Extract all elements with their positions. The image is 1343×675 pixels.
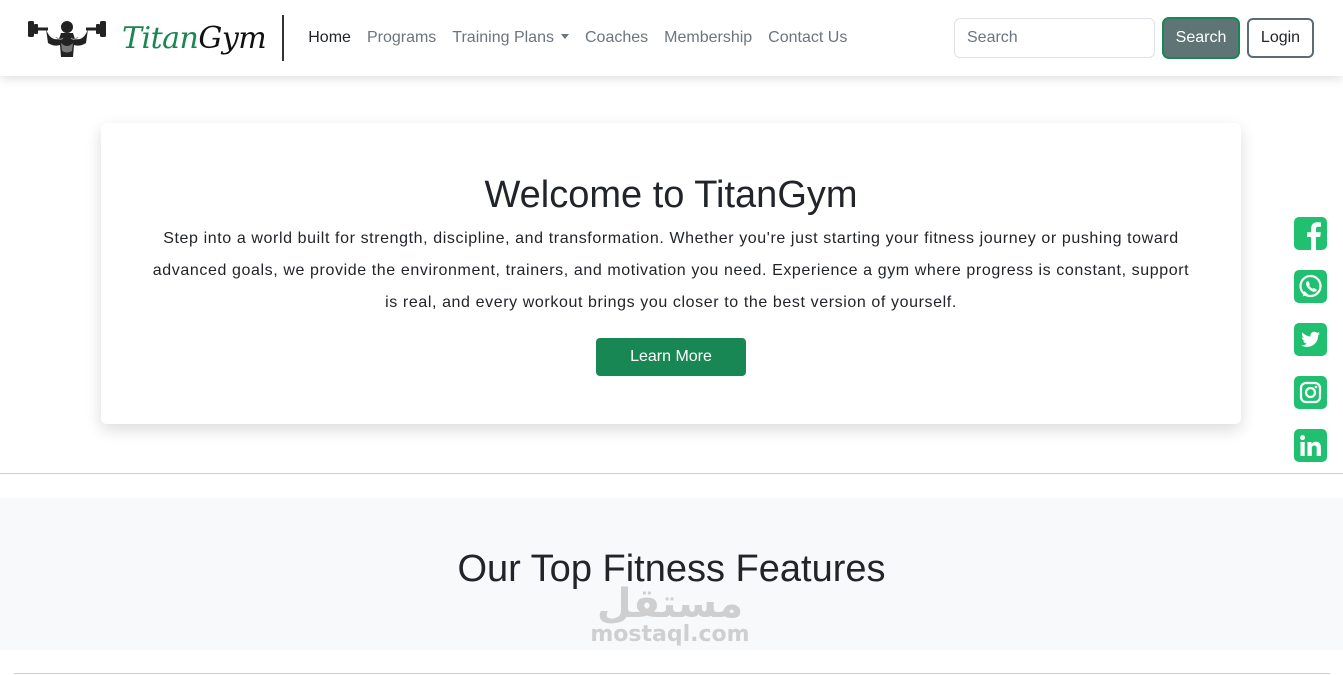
login-button[interactable]: Login <box>1247 18 1314 58</box>
whatsapp-icon[interactable] <box>1294 270 1327 303</box>
brand-name-part2: Gym <box>198 20 267 56</box>
social-bar <box>1294 217 1327 482</box>
instagram-icon[interactable] <box>1294 376 1327 409</box>
caret-down-icon <box>560 34 569 39</box>
bodybuilder-logo-icon <box>28 21 106 57</box>
nav-membership[interactable]: Membership <box>656 28 760 48</box>
watermark: مستقل mostaql.com <box>580 582 760 646</box>
navbar: TitanGym Home Programs Training Plans Co… <box>0 0 1343 76</box>
twitter-icon[interactable] <box>1294 323 1327 356</box>
brand-name-part1: Titan <box>122 20 199 56</box>
nav-programs[interactable]: Programs <box>359 28 444 48</box>
footer-divider <box>14 673 1330 674</box>
brand-divider <box>282 15 285 61</box>
linkedin-icon[interactable] <box>1294 429 1327 462</box>
watermark-arabic: مستقل <box>596 581 744 627</box>
nav-contact-us[interactable]: Contact Us <box>760 28 855 48</box>
hero-title: Welcome to TitanGym <box>484 174 858 216</box>
brand[interactable]: TitanGym <box>26 16 267 60</box>
learn-more-button[interactable]: Learn More <box>596 338 746 376</box>
nav-links: Home Programs Training Plans Coaches Mem… <box>300 28 855 48</box>
search-input[interactable] <box>954 18 1155 58</box>
facebook-icon[interactable] <box>1294 217 1327 250</box>
search-button[interactable]: Search <box>1163 18 1239 58</box>
nav-coaches[interactable]: Coaches <box>577 28 656 48</box>
nav-home[interactable]: Home <box>300 28 359 48</box>
nav-training-plans[interactable]: Training Plans <box>444 28 577 48</box>
search-form: Search Login <box>954 18 1314 58</box>
watermark-latin: mostaql.com <box>590 622 750 647</box>
hero-card: Welcome to TitanGym Step into a world bu… <box>101 123 1241 424</box>
section-divider <box>0 473 1343 474</box>
brand-name: TitanGym <box>122 20 267 56</box>
hero-text: Step into a world built for strength, di… <box>152 230 1190 311</box>
nav-training-plans-label: Training Plans <box>452 29 554 46</box>
page: TitanGym Home Programs Training Plans Co… <box>0 0 1343 675</box>
